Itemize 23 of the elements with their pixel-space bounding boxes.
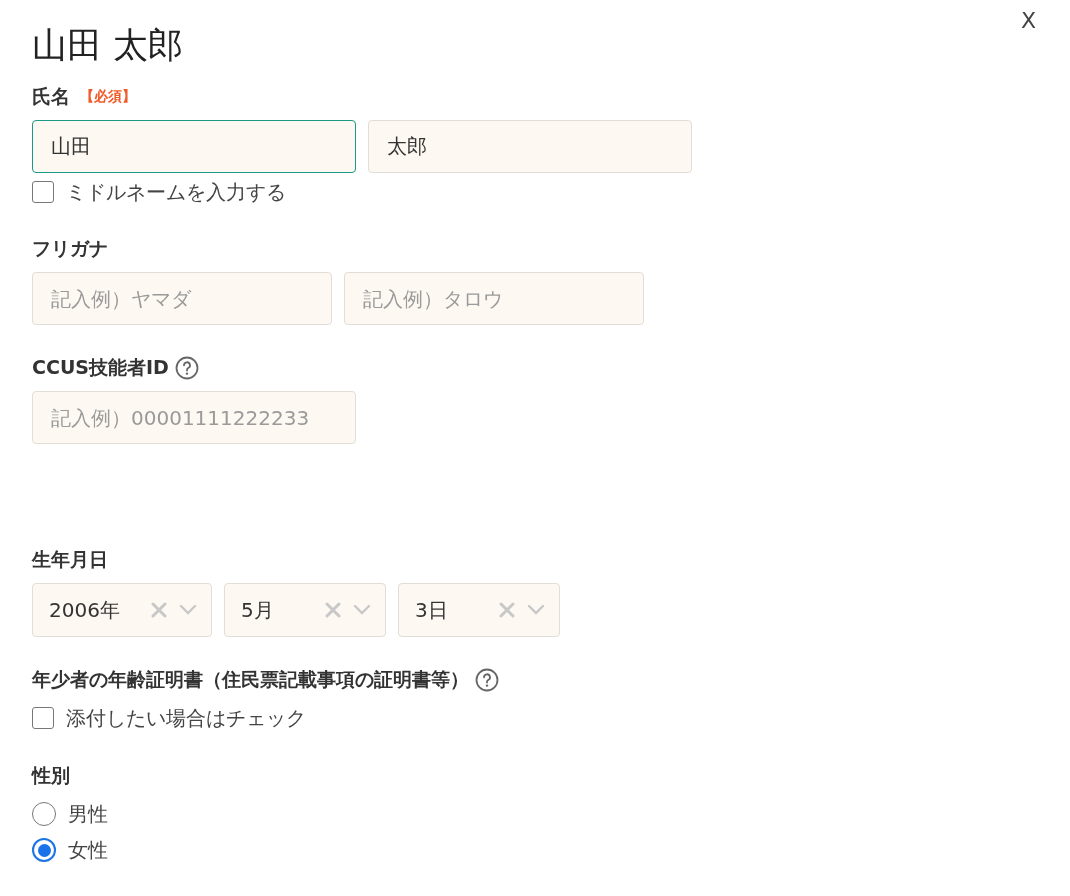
checkbox-label: 添付したい場合はチェック — [66, 704, 306, 732]
furigana-field[interactable]: 記入例）ヤマダ — [32, 272, 332, 325]
ccus-id-field[interactable]: 記入例）00001111222233 — [32, 391, 356, 444]
furigana-field[interactable]: 記入例）タロウ — [344, 272, 644, 325]
help-icon[interactable] — [174, 356, 199, 380]
field-label: フリガナ — [32, 236, 108, 261]
field-label: 氏名 — [32, 84, 70, 109]
name-field[interactable]: 太郎 — [368, 120, 692, 173]
name-field[interactable]: 山田 — [32, 120, 356, 173]
checkbox-label: ミドルネームを入力する — [66, 178, 286, 206]
help-icon[interactable] — [475, 668, 499, 692]
page-title: 山田 太郎 — [32, 24, 184, 67]
checkbox[interactable] — [32, 181, 54, 203]
required-mark: 【必須】 — [80, 88, 136, 106]
field-label: 生年月日 — [32, 547, 108, 572]
checkbox[interactable] — [32, 707, 54, 729]
close-button[interactable]: X — [1020, 8, 1036, 33]
field-label: 年少者の年齢証明書（住民票記載事項の証明書等） — [32, 667, 469, 692]
radio-label: 女性 — [68, 836, 108, 864]
field-label: 性別 — [32, 763, 70, 788]
field-label: CCUS技能者ID — [32, 355, 169, 380]
radio-label: 男性 — [68, 800, 108, 828]
radio-button[interactable] — [32, 838, 56, 862]
